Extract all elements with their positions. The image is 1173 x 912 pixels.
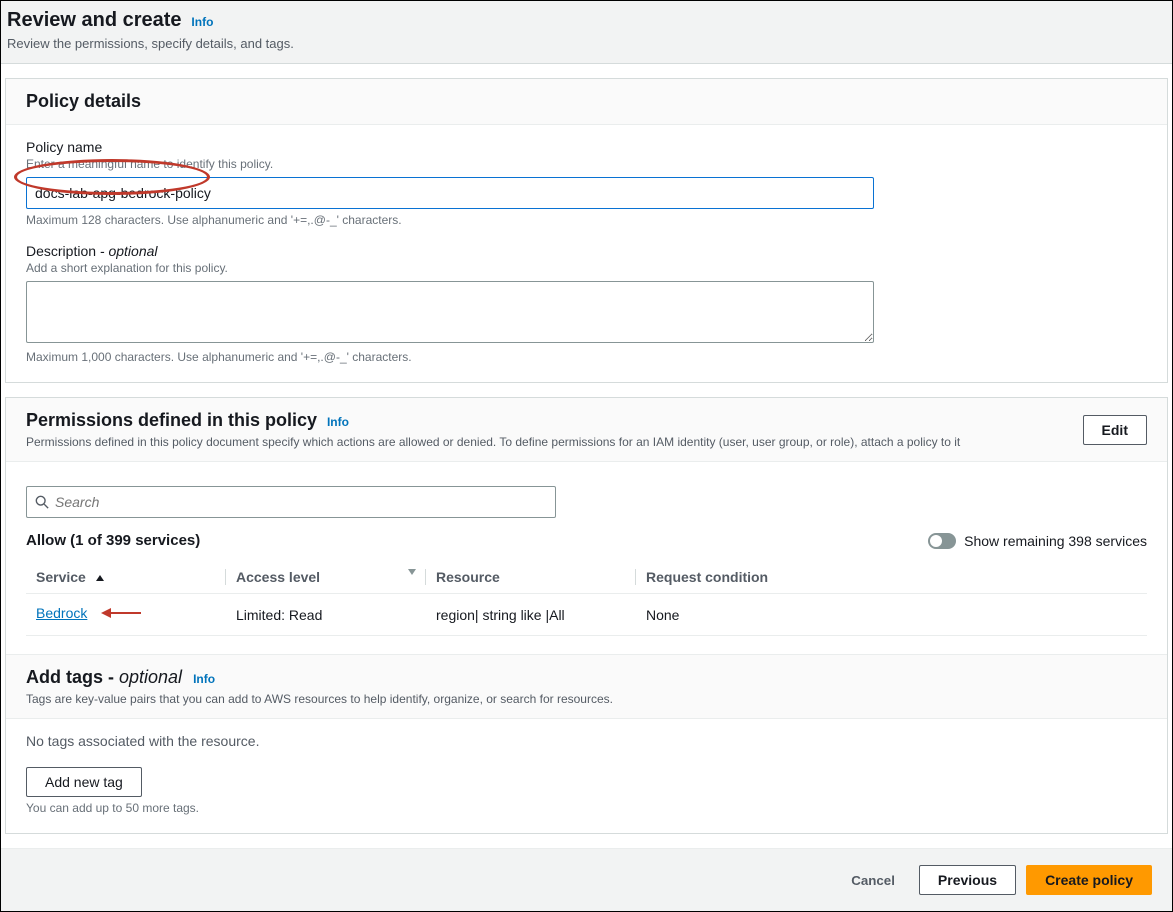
- permissions-subtitle: Permissions defined in this policy docum…: [26, 435, 960, 449]
- add-tag-button[interactable]: Add new tag: [26, 767, 142, 797]
- edit-button[interactable]: Edit: [1083, 415, 1147, 445]
- tags-title: Add tags - optional: [26, 667, 187, 687]
- col-service[interactable]: Service: [26, 561, 226, 594]
- policy-name-input[interactable]: [26, 177, 874, 209]
- description-label: Description: [26, 243, 96, 259]
- tags-subtitle: Tags are key-value pairs that you can ad…: [26, 692, 613, 706]
- tags-limit: You can add up to 50 more tags.: [26, 801, 1147, 815]
- cancel-button[interactable]: Cancel: [837, 867, 909, 894]
- permissions-search[interactable]: [26, 486, 556, 518]
- previous-button[interactable]: Previous: [919, 865, 1016, 895]
- permissions-panel: Permissions defined in this policy Info …: [5, 397, 1168, 834]
- policy-name-label: Policy name: [26, 139, 1147, 155]
- table-row: Bedrock Limited: Read region| string lik…: [26, 594, 1147, 636]
- annotation-arrow: [101, 609, 141, 625]
- allow-heading: Allow (1 of 399 services): [26, 532, 200, 549]
- cell-access: Limited: Read: [226, 594, 426, 636]
- tags-empty-message: No tags associated with the resource.: [26, 733, 1147, 749]
- service-link-bedrock[interactable]: Bedrock: [36, 605, 87, 621]
- cell-condition: None: [636, 594, 1147, 636]
- cell-resource: region| string like |All: [426, 594, 636, 636]
- col-access[interactable]: Access level: [226, 561, 426, 594]
- create-policy-button[interactable]: Create policy: [1026, 865, 1152, 895]
- page-subtitle: Review the permissions, specify details,…: [7, 36, 1152, 51]
- col-condition[interactable]: Request condition: [636, 561, 1147, 594]
- toggle-switch-icon: [928, 533, 956, 549]
- page-info-link[interactable]: Info: [191, 15, 213, 29]
- search-icon: [35, 495, 49, 509]
- permissions-header: Permissions defined in this policy Info …: [6, 398, 1167, 462]
- permissions-title: Permissions defined in this policy: [26, 410, 317, 430]
- tags-info-link[interactable]: Info: [193, 672, 215, 686]
- permissions-search-input[interactable]: [55, 494, 547, 510]
- wizard-footer: Cancel Previous Create policy: [1, 848, 1172, 911]
- description-textarea[interactable]: [26, 281, 874, 343]
- description-optional: - optional: [100, 243, 158, 259]
- policy-name-constraint: Maximum 128 characters. Use alphanumeric…: [26, 213, 1147, 227]
- page-title: Review and create: [7, 9, 182, 31]
- policy-details-panel: Policy details Policy name Enter a meani…: [5, 78, 1168, 383]
- description-constraint: Maximum 1,000 characters. Use alphanumer…: [26, 350, 1147, 364]
- show-remaining-toggle[interactable]: Show remaining 398 services: [928, 533, 1147, 549]
- sort-asc-icon: [96, 575, 104, 581]
- permissions-info-link[interactable]: Info: [327, 415, 349, 429]
- col-resource[interactable]: Resource: [426, 561, 636, 594]
- sort-icon: [408, 569, 416, 575]
- toggle-label: Show remaining 398 services: [964, 533, 1147, 549]
- policy-name-hint: Enter a meaningful name to identify this…: [26, 157, 1147, 171]
- policy-details-title: Policy details: [26, 91, 141, 112]
- permissions-table: Service Access level Resource: [26, 561, 1147, 636]
- page-header: Review and create Info Review the permis…: [1, 1, 1172, 64]
- policy-details-header: Policy details: [6, 79, 1167, 125]
- description-hint: Add a short explanation for this policy.: [26, 261, 1147, 275]
- tags-header: Add tags - optional Info Tags are key-va…: [6, 654, 1167, 719]
